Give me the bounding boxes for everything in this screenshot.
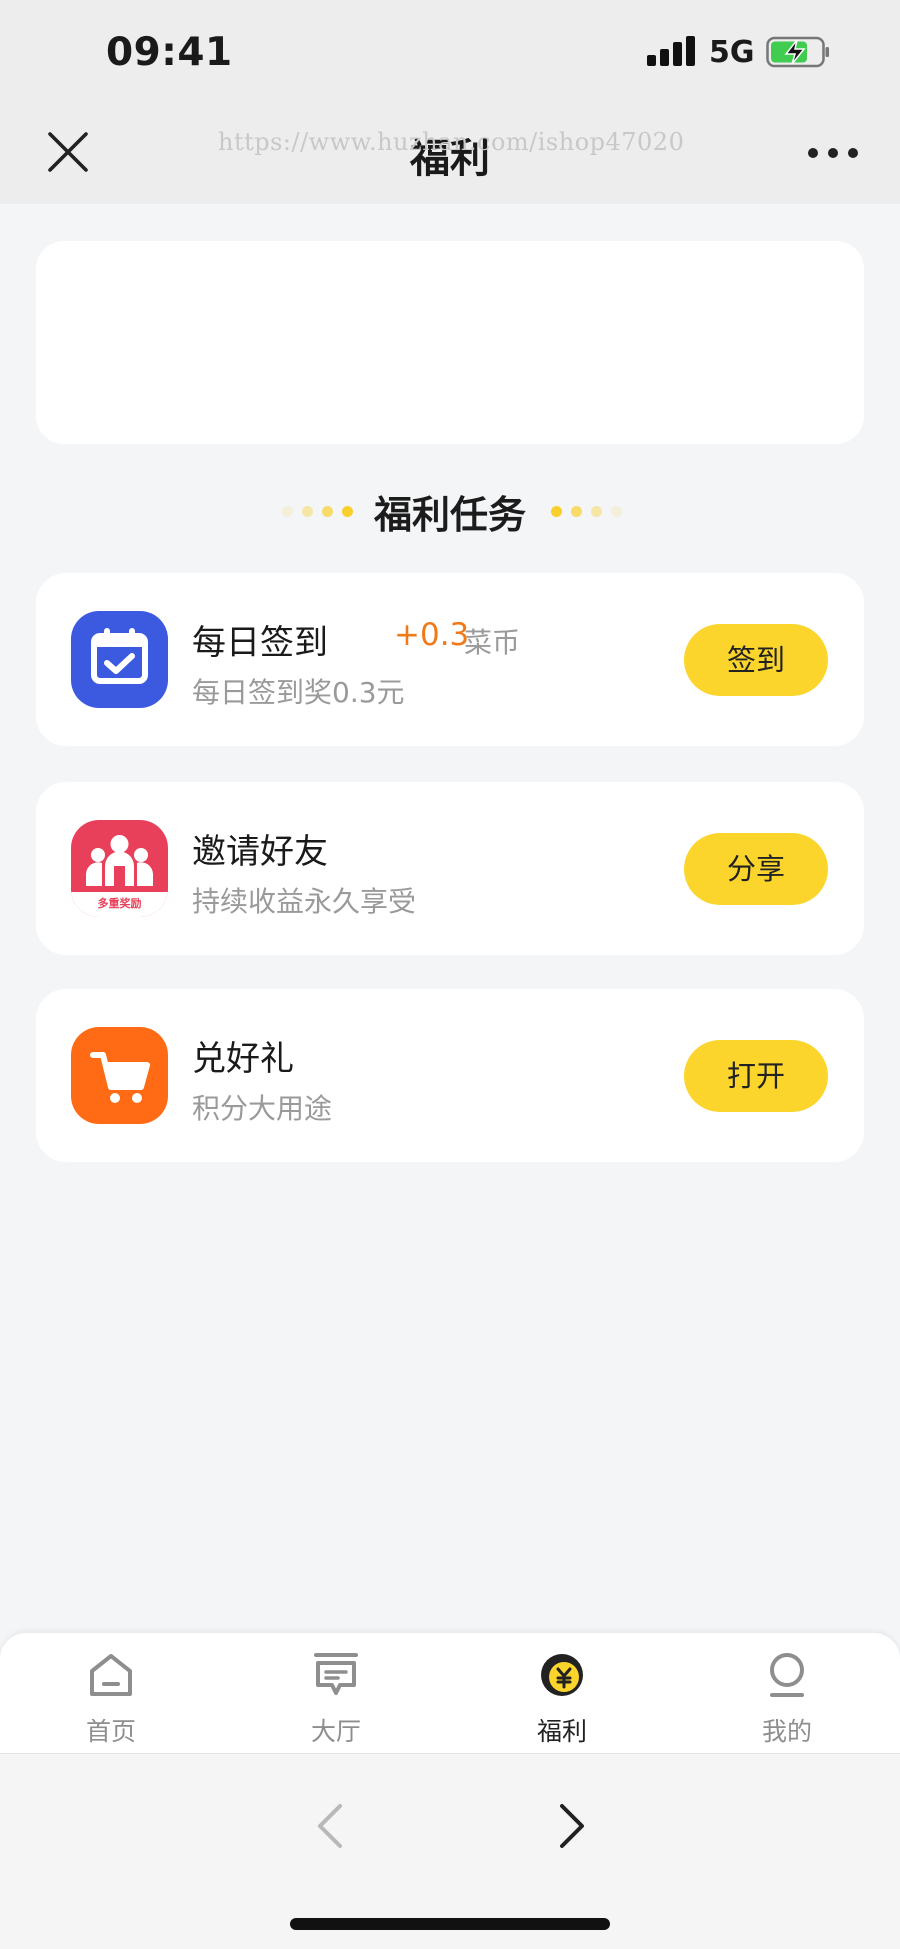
task-card-checkin: 每日签到 +0.3 菜币 每日签到奖0.3元 签到 [36,573,864,746]
tab-welfare[interactable]: 福利 [502,1633,622,1753]
network-label: 5G [709,35,755,70]
task-title: 兑好礼 [192,1039,294,1079]
reward-amount: +0.3 [394,617,470,653]
share-button[interactable]: 分享 [684,833,828,905]
decor-dot [611,506,622,517]
checkin-button[interactable]: 签到 [684,624,828,696]
hall-icon [314,1653,358,1695]
task-subtitle: 积分大用途 [192,1092,333,1125]
home-icon [90,1654,132,1696]
watermark-text: https://www.huzhan.com/ishop47020 [218,128,685,156]
task-subtitle: 每日签到奖0.3元 [192,676,405,709]
task-title: 邀请好友 [192,832,328,872]
tab-label: 我的 [761,1717,812,1746]
tab-hall[interactable]: 大厅 [276,1633,396,1753]
battery-icon [766,36,829,68]
tab-label: 首页 [85,1717,136,1746]
status-time: 09:41 [106,30,233,75]
task-title: 每日签到 [192,623,328,663]
back-arrow-icon[interactable] [310,1800,350,1852]
task-card-invite: 多重奖励 邀请好友 持续收益永久享受 分享 [36,782,864,955]
home-indicator [290,1918,610,1930]
more-icon[interactable] [804,142,860,162]
shopping-cart-icon [71,1027,168,1124]
calendar-check-icon [71,611,168,708]
open-button[interactable]: 打开 [684,1040,828,1112]
banner-card [36,241,864,444]
tab-label: 大厅 [310,1717,361,1746]
tab-label: 福利 [536,1717,587,1746]
forward-arrow-icon[interactable] [552,1800,592,1852]
invite-friends-icon: 多重奖励 [71,820,168,917]
header-area: 09:41 5G 福利 https://www.huzhan.com/ishop… [0,0,900,204]
tab-profile[interactable]: 我的 [727,1633,847,1753]
section-header: 福利任务 [0,480,900,540]
section-title: 福利任务 [373,493,526,537]
icon-badge-text: 多重奖励 [97,897,142,910]
profile-icon [770,1653,804,1697]
title-bar: 福利 https://www.huzhan.com/ishop47020 [0,100,900,204]
decor-dot [571,506,582,517]
decor-dot [551,506,562,517]
reward-unit: 菜币 [464,626,521,659]
browser-nav-bar [0,1753,900,1949]
task-card-redeem: 兑好礼 积分大用途 打开 [36,989,864,1162]
welfare-coin-icon [541,1654,583,1696]
task-subtitle: 持续收益永久享受 [192,885,417,918]
decor-dot [591,506,602,517]
tab-home[interactable]: 首页 [51,1633,171,1753]
signal-icon [647,36,695,66]
bottom-tabbar: 首页 大厅 福利 我的 [0,1633,900,1753]
